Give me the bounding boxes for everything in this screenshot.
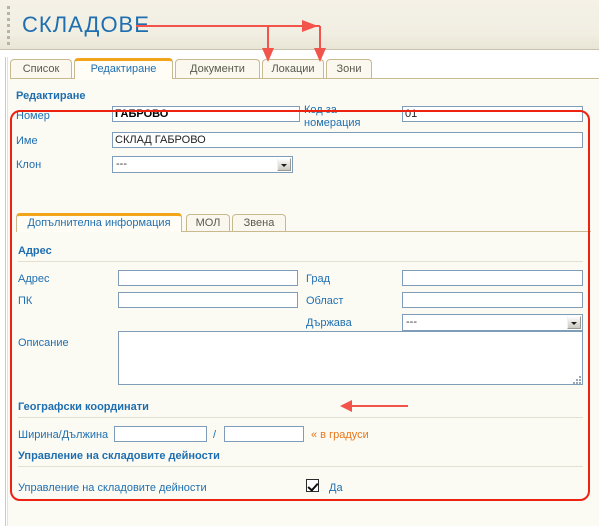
app-root: СКЛАДОВЕ Список Редактиране Документи Ло… xyxy=(0,0,599,526)
label-postcode: ПК xyxy=(18,295,33,307)
lat-lon-separator: / xyxy=(213,429,217,441)
page-title: СКЛАДОВЕ xyxy=(22,12,150,37)
address-heading-rule xyxy=(18,261,583,262)
label-region: Област xyxy=(306,295,344,307)
tab-zoni[interactable]: Зони xyxy=(326,59,372,79)
header-separator xyxy=(0,51,599,57)
postcode-input[interactable] xyxy=(118,292,298,308)
panel-section-title: Редактиране xyxy=(16,90,86,102)
label-numbering-code: Код за номерация xyxy=(304,104,361,129)
tab-lokacii[interactable]: Локации xyxy=(262,59,324,79)
edit-panel: Редактиране Номер Код за номерация Име К… xyxy=(8,79,599,526)
label-description: Описание xyxy=(18,337,69,349)
label-number: Номер xyxy=(16,110,50,122)
region-input[interactable] xyxy=(402,292,583,308)
page-left-rule xyxy=(5,57,6,526)
warehouse-ops-checkbox[interactable] xyxy=(306,479,319,492)
numbering-code-input[interactable] xyxy=(402,106,583,122)
degrees-hint: « в градуси xyxy=(311,429,369,441)
tab-redaktirane[interactable]: Редактиране xyxy=(74,58,173,79)
branch-select[interactable]: --- xyxy=(112,156,293,173)
page-header: СКЛАДОВЕ xyxy=(0,0,599,50)
country-select[interactable]: --- xyxy=(402,314,583,331)
city-input[interactable] xyxy=(402,270,583,286)
chevron-down-icon[interactable] xyxy=(277,158,291,171)
label-branch: Клон xyxy=(16,159,42,171)
warehouse-ops-checkbox-label: Да xyxy=(329,482,343,494)
branch-select-value: --- xyxy=(116,158,127,170)
label-lat-lon: Ширина/Дължина xyxy=(18,429,109,441)
warehouse-heading-rule xyxy=(18,466,583,467)
subsection-heading-warehouse-ops: Управление на складовите дейности xyxy=(18,450,220,462)
inner-tab-dopalnitelna-informacia[interactable]: Допълнителна информация xyxy=(16,213,182,232)
main-tabstrip: Список Редактиране Документи Локации Зон… xyxy=(10,58,599,79)
latitude-input[interactable] xyxy=(114,426,207,442)
inner-tab-zvena[interactable]: Звена xyxy=(232,214,286,232)
label-name: Име xyxy=(16,135,38,147)
subsection-heading-address: Адрес xyxy=(18,245,52,257)
subsection-heading-geo: Географски координати xyxy=(18,401,149,413)
inner-tab-mol[interactable]: МОЛ xyxy=(186,214,230,232)
number-input[interactable] xyxy=(112,106,300,122)
geo-heading-rule xyxy=(18,417,583,418)
tab-dokumenti[interactable]: Документи xyxy=(175,59,260,79)
description-textarea[interactable] xyxy=(118,331,583,385)
chevron-down-icon[interactable] xyxy=(567,316,581,329)
tab-spisak[interactable]: Список xyxy=(10,59,72,79)
panel-top-edge xyxy=(8,79,599,80)
label-address: Адрес xyxy=(18,273,50,285)
drag-grip-icon xyxy=(7,6,11,46)
name-input[interactable] xyxy=(112,132,583,148)
label-city: Град xyxy=(306,273,330,285)
longitude-input[interactable] xyxy=(224,426,304,442)
label-country: Държава xyxy=(306,317,352,329)
country-select-value: --- xyxy=(406,316,417,328)
label-warehouse-ops: Управление на складовите дейности xyxy=(18,482,207,494)
address-input[interactable] xyxy=(118,270,298,286)
inner-tabstrip: Допълнителна информация МОЛ Звена xyxy=(16,213,591,232)
